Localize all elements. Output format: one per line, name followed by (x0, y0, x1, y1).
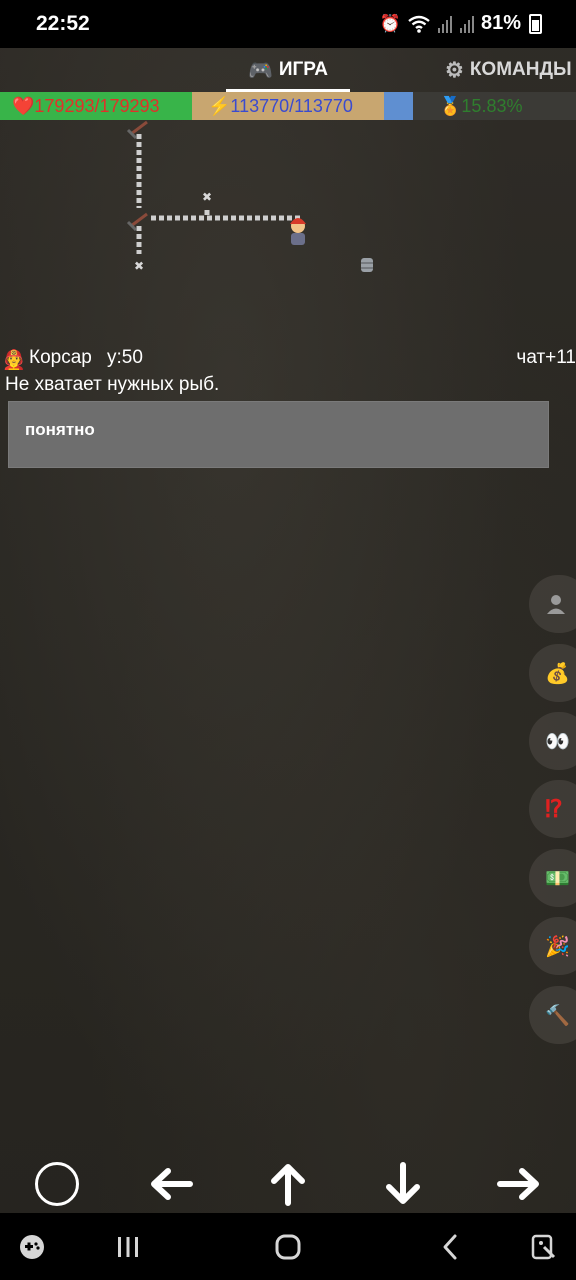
move-right-button[interactable] (489, 1155, 549, 1213)
battery-icon (529, 13, 542, 34)
game-map[interactable]: ✖ ✖ (0, 120, 576, 345)
hammer-icon: 🔨 (545, 1004, 570, 1027)
arrow-down-icon (386, 1162, 420, 1204)
gear-icon: ⚙ (445, 58, 464, 82)
game-launcher-button[interactable] (12, 1213, 52, 1280)
tab-commands-label: КОМАНДЫ (469, 59, 572, 80)
home-icon (275, 1234, 301, 1259)
banknote-button[interactable]: 💵 (529, 849, 576, 907)
system-nav-bar (0, 1213, 576, 1280)
game-screen: 22:52 ⏰ 81% 🎮 ИГРА ⚙ КОМАНДЫ ❤️179293/17… (0, 0, 576, 1280)
battery-percent: 81% (480, 12, 521, 34)
alarm-icon: ⏰ (379, 13, 401, 33)
tab-game[interactable]: 🎮 ИГРА (226, 48, 350, 92)
rope-path (136, 134, 300, 254)
hammer-button[interactable]: 🔨 (529, 986, 576, 1044)
move-down-button[interactable] (373, 1155, 433, 1213)
tab-game-label: ИГРА (278, 59, 329, 80)
chat-link[interactable]: чат+11 (516, 347, 576, 369)
party-button[interactable]: 🎉 (529, 917, 576, 975)
chat-header: 🧑‍🚒 Корсар у:50 чат+11 (0, 346, 576, 372)
player-character-icon (290, 218, 306, 245)
gamepad-icon: 🎮 (247, 59, 273, 82)
interrobang-button[interactable]: ⁉ (529, 780, 576, 838)
profile-button[interactable] (529, 575, 576, 633)
back-icon (443, 1234, 457, 1259)
mp-stat: ⚡113770/113770 (192, 92, 384, 120)
back-button[interactable] (430, 1213, 470, 1280)
recent-apps-icon (118, 1236, 138, 1257)
home-button[interactable] (266, 1213, 310, 1280)
npc-message: Не хватает нужных рыб. (5, 374, 220, 395)
exp-value: 15.83% (461, 96, 523, 116)
map-markers: ✖ ✖ (134, 190, 212, 273)
signal-icon (459, 15, 474, 33)
move-left-button[interactable] (141, 1155, 201, 1213)
svg-text:✖: ✖ (202, 190, 212, 204)
clock: 22:52 (36, 12, 90, 35)
person-icon (547, 595, 565, 614)
wifi-icon (408, 15, 430, 33)
npc-avatar-icon: 🧑‍🚒 (2, 350, 26, 371)
tab-bar: 🎮 ИГРА ⚙ КОМАНДЫ (0, 48, 576, 92)
medal-icon: 🏅 (439, 96, 462, 116)
arrow-up-icon (271, 1164, 305, 1206)
action-circle-button[interactable] (27, 1155, 87, 1213)
barrel-icon (361, 258, 373, 272)
arrow-left-icon (151, 1168, 193, 1200)
status-icons: ⏰ 81% (380, 12, 542, 35)
circle-icon (35, 1162, 79, 1206)
accessibility-icon (531, 1234, 556, 1259)
exp-stat: 🏅15.83% (413, 92, 576, 120)
eyes-button[interactable]: 👀 (529, 712, 576, 770)
move-up-button[interactable] (258, 1155, 318, 1213)
money-bag-icon: 💰 (545, 662, 570, 685)
npc-level: у:50 (107, 347, 143, 368)
map-canvas: ✖ ✖ (126, 120, 373, 273)
signal-icon (437, 15, 452, 33)
money-bag-button[interactable]: 💰 (529, 644, 576, 702)
stat-bar: ❤️179293/179293 ⚡113770/113770 🏅15.83% (0, 92, 576, 120)
movement-controls (0, 1155, 576, 1213)
arrow-right-icon (497, 1168, 539, 1200)
status-bar: 22:52 ⏰ 81% (0, 0, 576, 48)
party-popper-icon: 🎉 (545, 935, 570, 958)
banknote-icon: 💵 (545, 867, 570, 890)
tab-commands[interactable]: ⚙ КОМАНДЫ (445, 48, 572, 92)
svg-text:✖: ✖ (134, 259, 144, 273)
answer-button[interactable]: понятно (8, 401, 549, 468)
game-launcher-icon (20, 1234, 44, 1259)
blue-stat-bar (384, 92, 413, 120)
recent-apps-button[interactable] (106, 1213, 150, 1280)
npc-name: Корсар (29, 347, 92, 368)
hp-stat: ❤️179293/179293 (0, 92, 192, 120)
accessibility-button[interactable] (522, 1213, 566, 1280)
eyes-icon: 👀 (545, 730, 570, 753)
interrobang-icon: ⁉ (545, 795, 563, 823)
